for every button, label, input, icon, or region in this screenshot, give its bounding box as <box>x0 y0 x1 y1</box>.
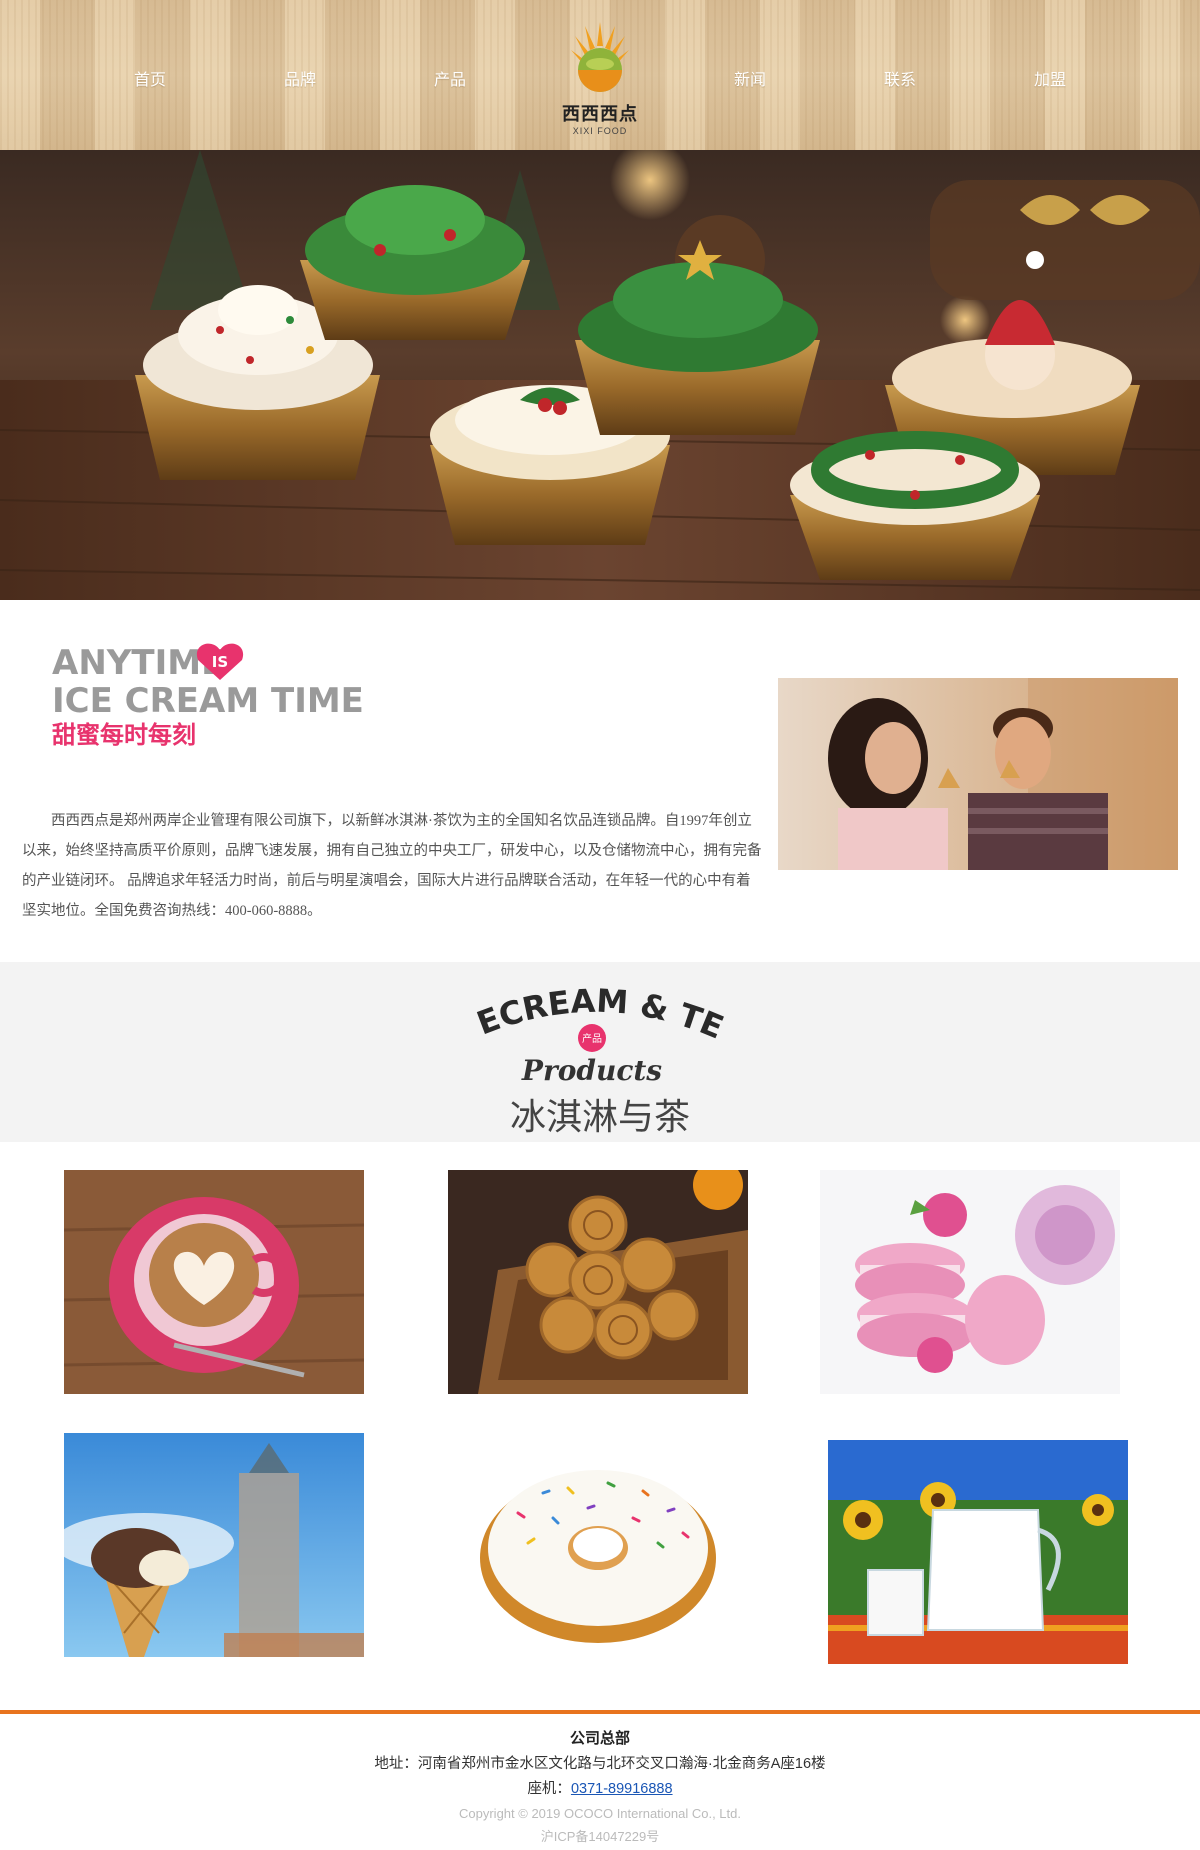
macaron-image <box>820 1170 1120 1394</box>
milk-image <box>828 1440 1128 1664</box>
footer-phone-link[interactable]: 0371-89916888 <box>571 1781 673 1797</box>
about-headline-graphic: ANYTIME IS ICE CREAM TIME 甜蜜每时每刻 <box>52 640 372 750</box>
couple-photo <box>778 678 1178 870</box>
logo-subtitle: XIXI FOOD <box>572 126 628 136</box>
nav-franchise[interactable]: 加盟 <box>995 66 1105 90</box>
site-logo[interactable]: 西西西点 XIXI FOOD <box>555 18 645 138</box>
logo-icon <box>571 22 629 92</box>
products-title: 冰淇淋与茶 <box>509 1097 690 1138</box>
site-header: 首页 品牌 产品 西西西点 XIXI FOOD 新闻 联系 加盟 <box>0 0 1200 150</box>
footer-divider <box>0 1710 1200 1714</box>
mooncake-image <box>448 1170 748 1394</box>
product-thumb-macaron[interactable] <box>820 1170 1120 1394</box>
nav-contact[interactable]: 联系 <box>845 66 955 90</box>
footer-title: 公司总部 <box>569 1730 630 1747</box>
headline-chinese: 甜蜜每时每刻 <box>52 721 196 749</box>
nav-brand[interactable]: 品牌 <box>245 66 355 90</box>
nav-home[interactable]: 首页 <box>95 66 205 90</box>
ice-cream-cone-image <box>64 1433 364 1657</box>
product-thumb-milk[interactable] <box>828 1440 1128 1664</box>
footer-phone-label: 座机： <box>527 1781 571 1797</box>
nav-products[interactable]: 产品 <box>395 66 505 90</box>
product-thumb-donut[interactable] <box>448 1433 748 1657</box>
products-script-title: ICECREAM & TEA <box>0 962 729 1047</box>
hero-cupcakes-image <box>0 150 1200 600</box>
footer-phone-row: 座机：0371-89916888 <box>0 1777 1200 1802</box>
site-footer: 公司总部 地址：河南省郑州市金水区文化路与北环交叉口瀚海·北金商务A座16楼 座… <box>0 1726 1200 1848</box>
products-badge: 产品 <box>582 1032 602 1045</box>
hero-banner <box>0 150 1200 600</box>
donut-image <box>448 1433 748 1657</box>
footer-copyright: Copyright © 2019 OCOCO International Co.… <box>459 1806 741 1821</box>
coffee-image <box>64 1170 364 1394</box>
headline-ice-cream-time: ICE CREAM TIME <box>52 681 364 721</box>
nav-news[interactable]: 新闻 <box>695 66 805 90</box>
headline-is-text: IS <box>212 653 228 671</box>
about-description: 西西西点是郑州两岸企业管理有限公司旗下，以新鲜冰淇淋·茶饮为主的全国知名饮品连锁… <box>22 813 762 919</box>
footer-address: 地址：河南省郑州市金水区文化路与北环交叉口瀚海·北金商务A座16楼 <box>374 1756 826 1772</box>
product-thumb-coffee[interactable] <box>64 1170 364 1394</box>
footer-icp[interactable]: 沪ICP备14047229号 <box>0 1826 1200 1848</box>
products-script-sub: Products <box>521 1054 662 1087</box>
product-thumb-ice-cream-cone[interactable] <box>64 1433 364 1657</box>
product-thumb-mooncake[interactable] <box>448 1170 748 1394</box>
logo-name: 西西西点 <box>562 104 638 124</box>
